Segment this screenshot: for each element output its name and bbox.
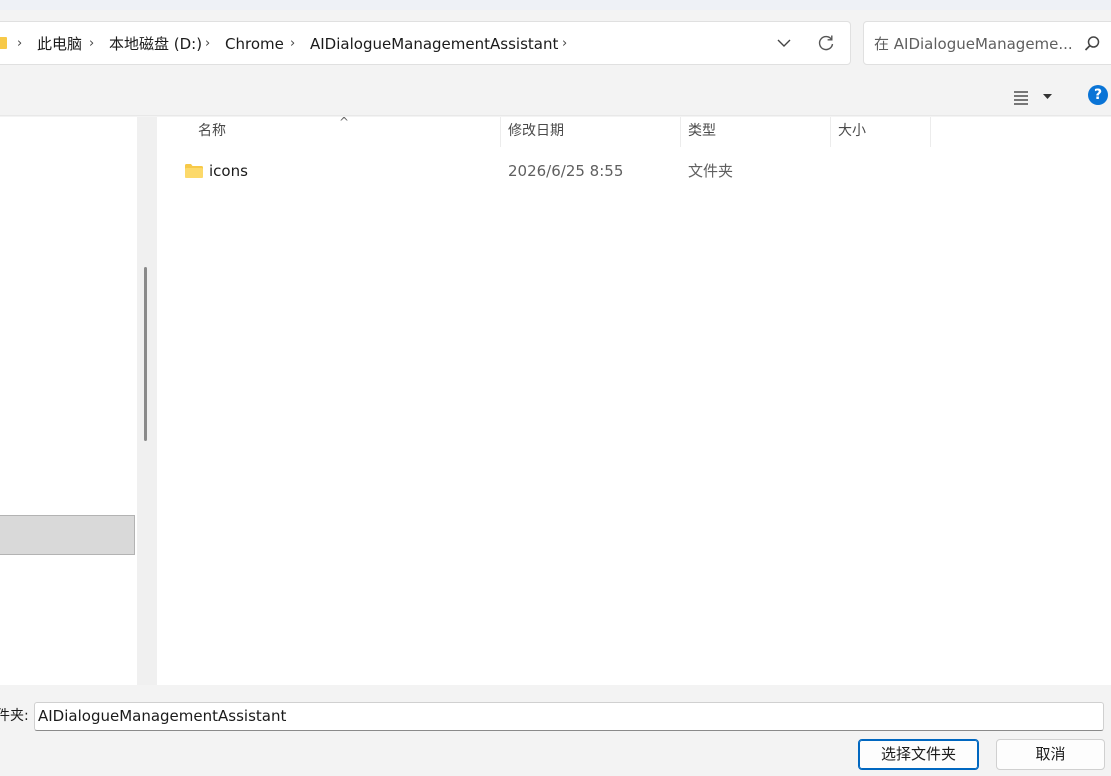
file-name[interactable]: icons: [209, 162, 248, 180]
column-divider[interactable]: [680, 117, 681, 147]
file-row[interactable]: icons 2026/6/25 8:55 文件夹: [175, 157, 935, 185]
refresh-icon[interactable]: [816, 33, 836, 53]
folder-icon: [0, 37, 7, 49]
scrollbar-thumb[interactable]: [144, 267, 147, 441]
breadcrumb-local-disk[interactable]: 本地磁盘 (D:): [109, 35, 202, 53]
column-divider[interactable]: [930, 117, 931, 147]
navigation-pane[interactable]: [0, 117, 137, 685]
column-header-name[interactable]: 名称: [198, 122, 226, 140]
column-header-size[interactable]: 大小: [838, 122, 866, 140]
help-button[interactable]: ?: [1088, 85, 1108, 105]
window-top-strip: [0, 0, 1111, 10]
file-modified: 2026/6/25 8:55: [508, 162, 624, 180]
address-bar[interactable]: › 此电脑 › 本地磁盘 (D:) › Chrome › AIDialogueM…: [0, 21, 851, 65]
folder-name-input[interactable]: AIDialogueManagementAssistant: [34, 702, 1104, 731]
file-list[interactable]: ^ 名称 修改日期 类型 大小 icons 2026/6/25 8:55 文件夹: [157, 115, 1111, 685]
title-area: › 此电脑 › 本地磁盘 (D:) › Chrome › AIDialogueM…: [0, 0, 1111, 76]
breadcrumb-this-pc[interactable]: 此电脑: [37, 35, 82, 53]
breadcrumb-chrome[interactable]: Chrome: [225, 35, 284, 53]
chevron-right-icon[interactable]: ›: [562, 35, 567, 53]
column-divider[interactable]: [830, 117, 831, 147]
navigation-scrollbar[interactable]: [137, 117, 157, 685]
select-folder-button[interactable]: 选择文件夹: [858, 739, 979, 770]
chevron-down-icon[interactable]: [776, 34, 792, 52]
command-bar: ?: [0, 76, 1111, 116]
search-icon[interactable]: [1082, 34, 1102, 54]
column-divider[interactable]: [500, 117, 501, 147]
chevron-right-icon[interactable]: ›: [17, 35, 22, 53]
sort-ascending-icon: ^: [339, 115, 350, 129]
chevron-right-icon[interactable]: ›: [89, 35, 94, 53]
breadcrumb-current-folder[interactable]: AIDialogueManagementAssistant: [310, 35, 558, 53]
chevron-right-icon[interactable]: ›: [290, 35, 295, 53]
view-options-icon[interactable]: [1008, 86, 1056, 108]
navigation-selected-item[interactable]: [0, 515, 135, 555]
cancel-button[interactable]: 取消: [996, 739, 1105, 770]
search-placeholder[interactable]: 在 AIDialogueManageme...: [874, 35, 1073, 53]
chevron-right-icon[interactable]: ›: [205, 35, 210, 53]
column-header-modified[interactable]: 修改日期: [508, 122, 564, 140]
file-type: 文件夹: [688, 162, 734, 180]
column-header-type[interactable]: 类型: [688, 122, 716, 140]
search-box[interactable]: 在 AIDialogueManageme...: [863, 21, 1111, 65]
folder-field-label: 件夹:: [0, 708, 29, 724]
folder-icon: [185, 164, 203, 178]
dialog-footer: 件夹: AIDialogueManagementAssistant 选择文件夹 …: [0, 685, 1111, 776]
